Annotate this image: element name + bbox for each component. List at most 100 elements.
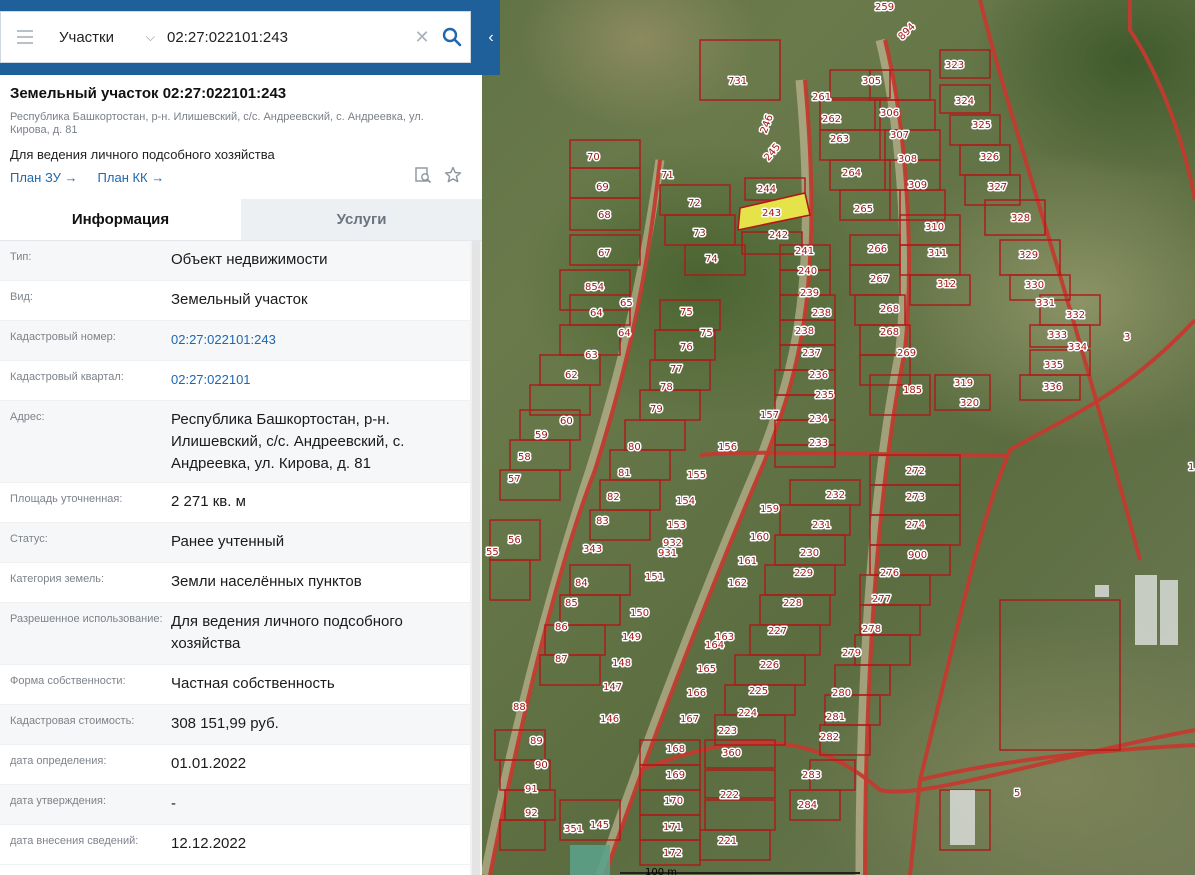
favorite-star-icon[interactable] <box>444 166 462 187</box>
tab-services[interactable]: Услуги <box>241 199 482 240</box>
info-row-type: Тип: Объект недвижимости <box>0 241 482 281</box>
svg-text:85: 85 <box>565 598 578 609</box>
cadastral-quarter-link[interactable]: 02:27:022101 <box>171 369 482 400</box>
svg-text:263: 263 <box>830 134 849 145</box>
info-value: 308 151,99 руб. <box>171 715 279 732</box>
svg-text:228: 228 <box>783 598 802 609</box>
svg-text:233: 233 <box>809 438 828 449</box>
svg-text:731: 731 <box>728 76 747 87</box>
info-value: Республика Башкортостан, р-н. Илишевский… <box>171 411 405 472</box>
info-key: Тип: <box>10 251 32 263</box>
info-value: 2 271 кв. м <box>171 493 246 510</box>
svg-text:67: 67 <box>598 248 611 259</box>
tab-information[interactable]: Информация <box>0 199 241 240</box>
svg-text:74: 74 <box>705 254 718 265</box>
svg-text:87: 87 <box>555 654 568 665</box>
svg-text:84: 84 <box>575 578 588 589</box>
svg-text:284: 284 <box>798 800 817 811</box>
info-row-approval-date: дата утверждения: - <box>0 785 482 825</box>
object-type-select[interactable]: Участки ⌵ <box>49 29 161 46</box>
svg-text:63: 63 <box>585 350 598 361</box>
info-row-cadastral-number: Кадастровый номер: 02:27:022101:243 <box>0 321 482 361</box>
scrollbar-thumb[interactable] <box>472 241 480 875</box>
svg-text:65: 65 <box>620 298 633 309</box>
menu-icon[interactable] <box>1 30 49 44</box>
svg-text:282: 282 <box>820 732 839 743</box>
svg-text:343: 343 <box>583 544 602 555</box>
plan-kk-link[interactable]: План КК → <box>98 170 165 185</box>
svg-text:162: 162 <box>728 578 747 589</box>
svg-text:55: 55 <box>486 547 499 558</box>
info-key: Кадастровый квартал: <box>10 371 124 383</box>
svg-text:76: 76 <box>680 342 693 353</box>
info-value: 01.01.2022 <box>171 755 247 772</box>
svg-text:172: 172 <box>663 848 682 859</box>
svg-text:150: 150 <box>630 608 649 619</box>
scale-label: 100 m <box>645 867 677 875</box>
svg-text:149: 149 <box>622 632 641 643</box>
collapse-panel-button[interactable]: ‹ <box>482 0 500 75</box>
svg-text:320: 320 <box>960 398 979 409</box>
svg-text:324: 324 <box>955 96 974 107</box>
svg-text:89: 89 <box>530 736 543 747</box>
search-icon[interactable] <box>434 27 470 47</box>
svg-text:307: 307 <box>890 130 909 141</box>
svg-text:169: 169 <box>666 770 685 781</box>
chevron-down-icon: ⌵ <box>145 29 155 44</box>
svg-text:351: 351 <box>564 824 583 835</box>
svg-text:309: 309 <box>908 180 927 191</box>
info-row-permitted-use: Разрешенное использование: Для ведения л… <box>0 603 482 665</box>
svg-text:334: 334 <box>1068 342 1087 353</box>
panel-scrollbar[interactable] <box>470 241 482 875</box>
svg-text:75: 75 <box>680 307 693 318</box>
svg-text:1: 1 <box>1188 462 1194 473</box>
svg-text:332: 332 <box>1066 310 1085 321</box>
svg-text:72: 72 <box>688 198 701 209</box>
svg-text:241: 241 <box>795 246 814 257</box>
svg-text:281: 281 <box>826 712 845 723</box>
search-input[interactable] <box>161 17 410 57</box>
svg-text:232: 232 <box>826 490 845 501</box>
svg-text:280: 280 <box>832 688 851 699</box>
info-key: дата внесения сведений: <box>10 835 139 847</box>
zoom-to-object-icon[interactable] <box>414 166 432 187</box>
svg-text:145: 145 <box>590 820 609 831</box>
svg-text:268: 268 <box>880 327 899 338</box>
clear-icon[interactable]: ✕ <box>410 27 434 48</box>
svg-text:235: 235 <box>815 390 834 401</box>
info-row-entry-date: дата внесения сведений: 12.12.2022 <box>0 825 482 865</box>
info-value: 12.12.2022 <box>171 835 247 852</box>
svg-text:223: 223 <box>718 726 737 737</box>
svg-text:319: 319 <box>954 378 973 389</box>
plan-zu-link[interactable]: План ЗУ → <box>10 170 78 185</box>
svg-text:171: 171 <box>663 822 682 833</box>
svg-text:360: 360 <box>722 748 741 759</box>
svg-text:81: 81 <box>618 468 631 479</box>
object-links: План ЗУ → План КК → <box>10 166 472 185</box>
svg-text:58: 58 <box>518 452 531 463</box>
svg-text:305: 305 <box>862 76 881 87</box>
svg-text:276: 276 <box>880 568 899 579</box>
cadastral-number-link[interactable]: 02:27:022101:243 <box>171 329 482 360</box>
svg-text:147: 147 <box>603 682 622 693</box>
svg-text:86: 86 <box>555 622 568 633</box>
svg-text:306: 306 <box>880 108 899 119</box>
svg-text:240: 240 <box>798 266 817 277</box>
svg-text:262: 262 <box>822 114 841 125</box>
svg-text:239: 239 <box>800 288 819 299</box>
svg-text:90: 90 <box>535 760 548 771</box>
svg-text:168: 168 <box>666 744 685 755</box>
svg-text:336: 336 <box>1043 382 1062 393</box>
svg-text:237: 237 <box>802 348 821 359</box>
chevron-left-icon: ‹ <box>488 28 494 46</box>
object-type-label: Участки <box>59 28 114 46</box>
svg-text:64: 64 <box>590 308 603 319</box>
info-table: Тип: Объект недвижимости Вид: Земельный … <box>0 241 482 865</box>
info-key: Категория земель: <box>10 573 105 585</box>
svg-text:185: 185 <box>903 385 922 396</box>
svg-text:156: 156 <box>718 442 737 453</box>
svg-text:92: 92 <box>525 808 538 819</box>
info-row-status: Статус: Ранее учтенный <box>0 523 482 563</box>
info-key: Разрешенное использование: <box>10 613 163 625</box>
info-row-kind: Вид: Земельный участок <box>0 281 482 321</box>
